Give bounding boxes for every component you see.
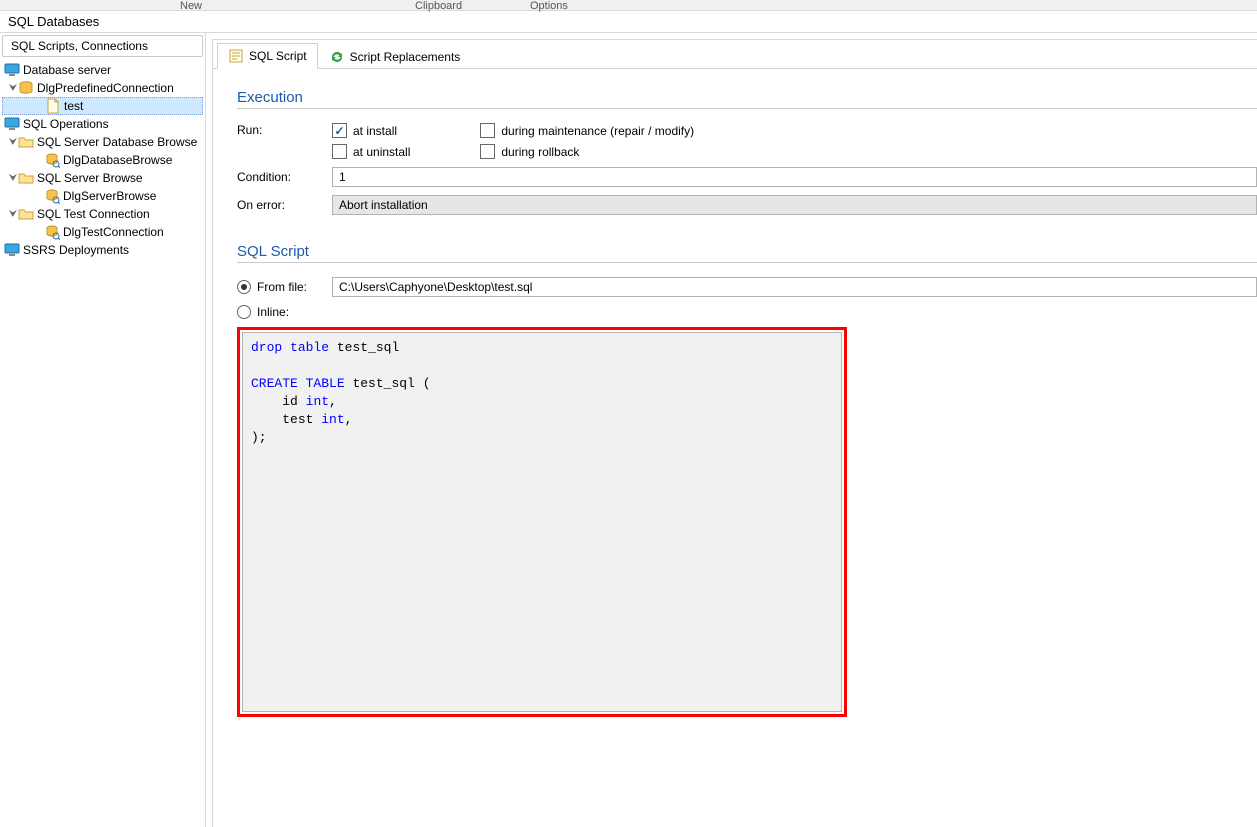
tree-item-sql-test-connection-folder[interactable]: ⮟ SQL Test Connection <box>2 205 203 223</box>
sidebar-header[interactable]: SQL Scripts, Connections <box>2 35 203 57</box>
monitor-icon <box>4 242 20 258</box>
sidebar: SQL Scripts, Connections Database server… <box>0 33 206 827</box>
browse-icon <box>44 152 60 168</box>
fromfile-input[interactable] <box>332 277 1257 297</box>
sql-script-icon <box>228 48 244 64</box>
tree-item-dlgserverbrowse[interactable]: DlgServerBrowse <box>2 187 203 205</box>
tree-item-sql-server-database-browse-folder[interactable]: ⮟ SQL Server Database Browse <box>2 133 203 151</box>
tree-item-dlgdatabasebrowse[interactable]: DlgDatabaseBrowse <box>2 151 203 169</box>
label-run: Run: <box>237 123 332 137</box>
condition-input[interactable] <box>332 167 1257 187</box>
chevron-down-icon[interactable]: ⮟ <box>8 173 18 184</box>
sql-editor[interactable]: drop table test_sql CREATE TABLE test_sq… <box>242 332 842 712</box>
file-icon <box>45 98 61 114</box>
radio-from-file[interactable]: From file: <box>237 280 332 294</box>
browse-icon <box>44 188 60 204</box>
radio-inline[interactable]: Inline: <box>237 305 332 319</box>
tree: Database server ⮟ DlgPredefinedConnectio… <box>0 57 205 827</box>
ribbon-group-labels: New Clipboard Options <box>0 0 1257 11</box>
monitor-icon <box>4 116 20 132</box>
onerror-select[interactable]: Abort installation <box>332 195 1257 215</box>
chevron-down-icon[interactable]: ⮟ <box>8 83 18 94</box>
tree-item-dlgpredefinedconnection[interactable]: ⮟ DlgPredefinedConnection <box>2 79 203 97</box>
section-sql-script: SQL Script <box>237 243 1257 263</box>
tree-item-database-server[interactable]: Database server <box>2 61 203 79</box>
chevron-down-icon[interactable]: ⮟ <box>8 209 18 220</box>
tab-script-replacements[interactable]: Script Replacements <box>318 44 472 69</box>
monitor-icon <box>4 62 20 78</box>
checkbox-at-uninstall[interactable]: at uninstall <box>332 144 410 159</box>
tree-item-sql-operations[interactable]: SQL Operations <box>2 115 203 133</box>
sql-editor-highlight: drop table test_sql CREATE TABLE test_sq… <box>237 327 847 717</box>
label-onerror: On error: <box>237 198 332 212</box>
chevron-down-icon[interactable]: ⮟ <box>8 137 18 148</box>
browse-icon <box>44 224 60 240</box>
tab-sql-script[interactable]: SQL Script <box>217 43 318 69</box>
checkbox-icon <box>480 123 495 138</box>
radio-icon <box>237 305 251 319</box>
folder-icon <box>18 134 34 150</box>
checkbox-during-maintenance[interactable]: during maintenance (repair / modify) <box>480 123 694 138</box>
refresh-icon <box>329 49 345 65</box>
page-title: SQL Databases <box>0 11 1257 33</box>
tree-item-dlgtestconnection[interactable]: DlgTestConnection <box>2 223 203 241</box>
checkbox-icon <box>332 123 347 138</box>
tree-item-ssrs-deployments[interactable]: SSRS Deployments <box>2 241 203 259</box>
content-tabs: SQL Script Script Replacements <box>213 40 1257 69</box>
label-condition: Condition: <box>237 170 332 184</box>
radio-icon <box>237 280 251 294</box>
checkbox-at-install[interactable]: at install <box>332 123 410 138</box>
tree-item-test[interactable]: test <box>2 97 203 115</box>
checkbox-icon <box>332 144 347 159</box>
folder-icon <box>18 170 34 186</box>
tree-item-sql-server-browse-folder[interactable]: ⮟ SQL Server Browse <box>2 169 203 187</box>
folder-icon <box>18 206 34 222</box>
checkbox-during-rollback[interactable]: during rollback <box>480 144 694 159</box>
checkbox-icon <box>480 144 495 159</box>
section-execution: Execution <box>237 89 1257 109</box>
db-icon <box>18 80 34 96</box>
